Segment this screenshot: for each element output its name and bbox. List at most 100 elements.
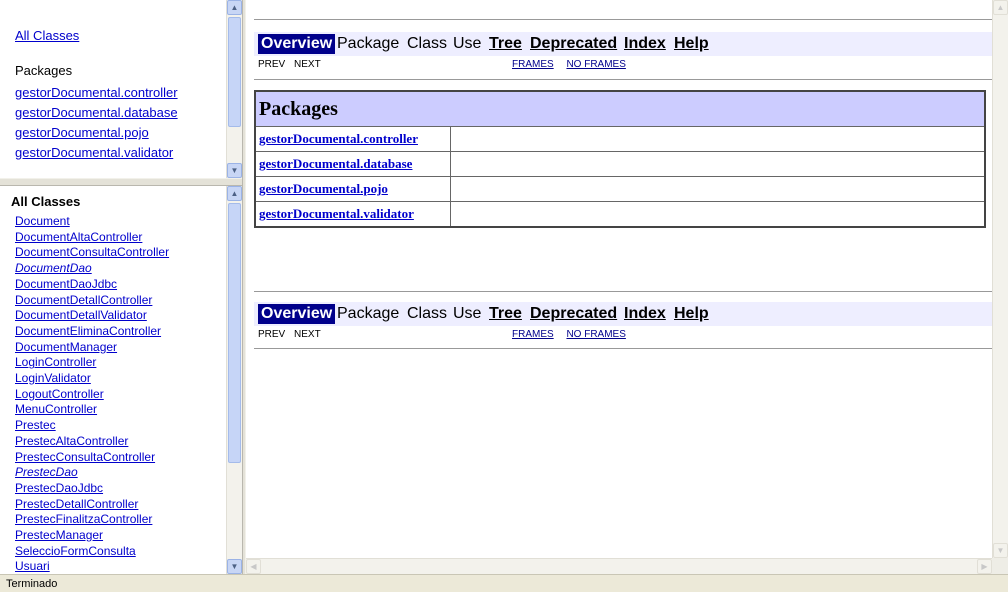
next-label: NEXT bbox=[294, 59, 321, 70]
package-table-link-pojo[interactable]: gestorDocumental.pojo bbox=[259, 181, 388, 196]
scrollbar-thumb[interactable] bbox=[228, 203, 241, 463]
class-link[interactable]: PrestecDaoJdbc bbox=[15, 481, 103, 495]
class-list: Document DocumentAltaController DocumentCo… bbox=[15, 214, 169, 574]
class-frame-vertical-scrollbar[interactable]: ▲ ▼ bbox=[226, 186, 242, 574]
class-link[interactable]: LogoutController bbox=[15, 387, 104, 401]
class-link[interactable]: DocumentDao bbox=[15, 261, 92, 275]
class-list-item: DocumentConsultaController bbox=[15, 245, 169, 261]
divider bbox=[254, 348, 1008, 349]
class-link[interactable]: Document bbox=[15, 214, 70, 228]
scrollbar-thumb[interactable] bbox=[228, 17, 241, 127]
class-link[interactable]: DocumentAltaController bbox=[15, 230, 142, 244]
class-link[interactable]: LoginValidator bbox=[15, 371, 91, 385]
main-frame-vertical-scrollbar[interactable]: ▲ ▼ bbox=[992, 0, 1008, 558]
scroll-down-arrow-icon[interactable]: ▼ bbox=[227, 559, 242, 574]
class-link[interactable]: MenuController bbox=[15, 402, 97, 416]
class-link[interactable]: DocumentConsultaController bbox=[15, 245, 169, 259]
nav-overview: Overview bbox=[258, 304, 336, 324]
class-list-item: DocumentAltaController bbox=[15, 230, 169, 246]
class-link[interactable]: PrestecFinalitzaController bbox=[15, 512, 152, 526]
class-list-frame: All Classes Document DocumentAltaControll… bbox=[0, 186, 226, 574]
package-link-pojo[interactable]: gestorDocumental.pojo bbox=[15, 125, 149, 140]
no-frames-link[interactable]: NO FRAMES bbox=[566, 59, 625, 70]
package-name-cell: gestorDocumental.controller bbox=[254, 126, 451, 152]
nav-package: Package bbox=[337, 35, 400, 52]
nav-help-link[interactable]: Help bbox=[674, 304, 709, 324]
frames-link[interactable]: FRAMES bbox=[512, 59, 554, 70]
scroll-up-arrow-icon[interactable]: ▲ bbox=[227, 186, 242, 201]
class-list-item: PrestecDao bbox=[15, 465, 169, 481]
divider bbox=[254, 19, 1008, 20]
nav-help-link[interactable]: Help bbox=[674, 34, 709, 54]
nav-deprecated-link[interactable]: Deprecated bbox=[530, 304, 617, 324]
all-classes-link[interactable]: All Classes bbox=[15, 28, 79, 43]
divider bbox=[254, 79, 1008, 80]
scroll-right-arrow-icon[interactable]: ▶ bbox=[977, 559, 992, 574]
class-link[interactable]: PrestecAltaController bbox=[15, 434, 128, 448]
class-list-item: PrestecAltaController bbox=[15, 434, 169, 450]
class-link[interactable]: SeleccioFormConsulta bbox=[15, 544, 136, 558]
packages-table-heading: Packages bbox=[254, 90, 986, 127]
package-list: gestorDocumental.controller gestorDocume… bbox=[15, 83, 178, 163]
package-link-database[interactable]: gestorDocumental.database bbox=[15, 105, 178, 120]
scroll-down-arrow-icon[interactable]: ▼ bbox=[227, 163, 242, 178]
class-list-item: PrestecFinalitzaController bbox=[15, 512, 169, 528]
nav-tree-link[interactable]: Tree bbox=[489, 304, 522, 324]
package-name-cell: gestorDocumental.validator bbox=[254, 201, 451, 228]
package-table-link-database[interactable]: gestorDocumental.database bbox=[259, 156, 412, 171]
package-table-link-validator[interactable]: gestorDocumental.validator bbox=[259, 206, 414, 221]
class-list-item: PrestecDaoJdbc bbox=[15, 481, 169, 497]
nav-tree-link[interactable]: Tree bbox=[489, 34, 522, 54]
nav-index-link[interactable]: Index bbox=[624, 304, 666, 324]
nav-deprecated-link[interactable]: Deprecated bbox=[530, 34, 617, 54]
nav-class: Class bbox=[407, 35, 448, 52]
nav-use: Use bbox=[453, 305, 482, 322]
class-link[interactable]: DocumentDetallController bbox=[15, 293, 152, 307]
scroll-up-arrow-icon[interactable]: ▲ bbox=[993, 0, 1008, 15]
frames-link[interactable]: FRAMES bbox=[512, 329, 554, 340]
class-list-item: DocumentDao bbox=[15, 261, 169, 277]
class-link[interactable]: PrestecDetallController bbox=[15, 497, 138, 511]
package-name-cell: gestorDocumental.pojo bbox=[254, 176, 451, 202]
class-link[interactable]: DocumentDaoJdbc bbox=[15, 277, 117, 291]
class-list-item: DocumentManager bbox=[15, 340, 169, 356]
frame-splitter-horizontal[interactable] bbox=[0, 178, 242, 186]
package-link-validator[interactable]: gestorDocumental.validator bbox=[15, 145, 173, 160]
class-link[interactable]: DocumentDetallValidator bbox=[15, 308, 147, 322]
table-row: gestorDocumental.pojo bbox=[254, 176, 986, 202]
class-link[interactable]: LoginController bbox=[15, 355, 96, 369]
subnav-prev-next: PREV NEXT bbox=[258, 59, 327, 70]
scroll-up-arrow-icon[interactable]: ▲ bbox=[227, 0, 242, 15]
subnav-prev-next: PREV NEXT bbox=[258, 329, 327, 340]
table-row: gestorDocumental.controller bbox=[254, 126, 986, 152]
class-link[interactable]: PrestecConsultaController bbox=[15, 450, 155, 464]
prev-label: PREV bbox=[258, 329, 286, 340]
class-link[interactable]: PrestecDao bbox=[15, 465, 78, 479]
package-link-controller[interactable]: gestorDocumental.controller bbox=[15, 85, 178, 100]
class-link[interactable]: PrestecManager bbox=[15, 528, 103, 542]
no-frames-link[interactable]: NO FRAMES bbox=[566, 329, 625, 340]
main-frame-horizontal-scrollbar[interactable]: ◀ ▶ bbox=[246, 558, 992, 574]
class-list-item: Document bbox=[15, 214, 169, 230]
package-description-cell bbox=[450, 201, 986, 228]
all-classes-heading: All Classes bbox=[11, 194, 81, 209]
package-list-frame: All Classes Packages gestorDocumental.co… bbox=[0, 0, 226, 178]
class-list-item: Usuari bbox=[15, 559, 169, 574]
class-link[interactable]: Prestec bbox=[15, 418, 56, 432]
packages-table-header-row: Packages bbox=[254, 90, 986, 127]
next-label: NEXT bbox=[294, 329, 321, 340]
scroll-down-arrow-icon[interactable]: ▼ bbox=[993, 543, 1008, 558]
nav-index-link[interactable]: Index bbox=[624, 34, 666, 54]
scroll-left-arrow-icon[interactable]: ◀ bbox=[246, 559, 261, 574]
class-link[interactable]: DocumentManager bbox=[15, 340, 117, 354]
frames-links: FRAMES NO FRAMES bbox=[512, 329, 636, 340]
frames-links: FRAMES NO FRAMES bbox=[512, 59, 636, 70]
package-table-link-controller[interactable]: gestorDocumental.controller bbox=[259, 131, 418, 146]
package-list-item: gestorDocumental.pojo bbox=[15, 123, 178, 143]
class-link[interactable]: DocumentEliminaController bbox=[15, 324, 161, 338]
class-link[interactable]: Usuari bbox=[15, 559, 50, 573]
package-frame-vertical-scrollbar[interactable]: ▲ ▼ bbox=[226, 0, 242, 178]
bottom-navbar: Overview Package Class Use Tree Deprecat… bbox=[254, 302, 1008, 326]
nav-use: Use bbox=[453, 35, 482, 52]
class-list-item: LoginValidator bbox=[15, 371, 169, 387]
